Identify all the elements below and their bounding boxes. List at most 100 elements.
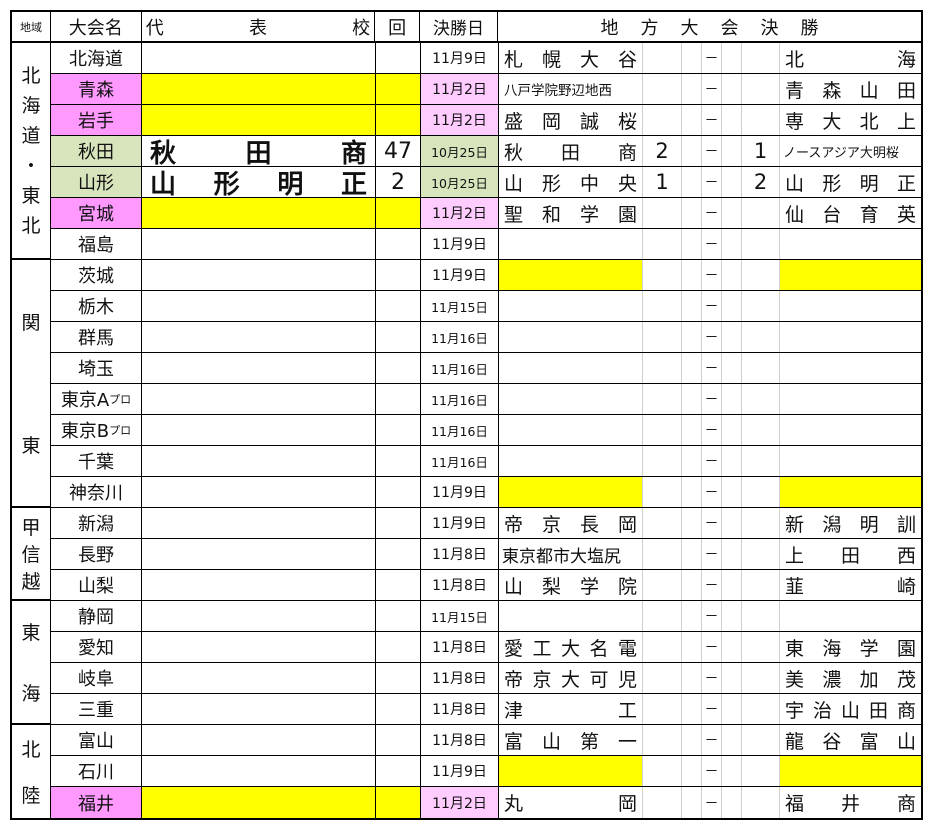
representative-school[interactable] (142, 756, 376, 786)
appearance-count[interactable] (376, 43, 421, 73)
appearance-count[interactable] (376, 570, 421, 600)
final-winner[interactable]: 札幌大谷 (499, 43, 643, 73)
final-winner[interactable] (499, 291, 643, 321)
appearance-count[interactable] (376, 725, 421, 755)
appearance-count[interactable] (376, 601, 421, 631)
representative-school[interactable] (142, 43, 376, 73)
final-winner[interactable]: 帝京長岡 (499, 508, 643, 538)
final-winner[interactable] (499, 477, 643, 507)
final-winner[interactable] (499, 756, 643, 786)
final-runner-up[interactable]: 龍谷富山 (780, 725, 921, 755)
final-runner-up[interactable] (780, 353, 921, 383)
final-runner-up[interactable]: 東海学園 (780, 632, 921, 662)
appearance-count[interactable] (376, 694, 421, 724)
appearance-count[interactable]: 47 (376, 136, 421, 166)
appearance-count[interactable] (376, 291, 421, 321)
representative-school[interactable] (142, 632, 376, 662)
representative-school[interactable] (142, 570, 376, 600)
representative-school[interactable] (142, 446, 376, 476)
representative-school[interactable] (142, 663, 376, 693)
representative-school[interactable] (142, 105, 376, 135)
representative-school[interactable] (142, 74, 376, 104)
final-runner-up[interactable]: ノースアジア大明桜 (780, 136, 921, 166)
final-winner[interactable] (499, 415, 643, 445)
appearance-count[interactable] (376, 229, 421, 259)
representative-school[interactable] (142, 787, 376, 818)
appearance-count[interactable] (376, 756, 421, 786)
representative-school[interactable]: 山形明正 (142, 167, 376, 197)
representative-school[interactable] (142, 694, 376, 724)
representative-school[interactable]: 秋田商 (142, 136, 376, 166)
final-winner[interactable] (499, 601, 643, 631)
appearance-count[interactable] (376, 539, 421, 569)
final-runner-up[interactable] (780, 415, 921, 445)
representative-school[interactable] (142, 477, 376, 507)
appearance-count[interactable] (376, 74, 421, 104)
final-runner-up[interactable]: 韮崎 (780, 570, 921, 600)
final-runner-up[interactable]: 新潟明訓 (780, 508, 921, 538)
appearance-count[interactable] (376, 663, 421, 693)
final-runner-up[interactable]: 青森山田 (780, 74, 921, 104)
representative-school[interactable] (142, 384, 376, 414)
final-runner-up[interactable]: 山形明正 (780, 167, 921, 197)
final-runner-up[interactable]: 仙台育英 (780, 198, 921, 228)
representative-school[interactable] (142, 539, 376, 569)
appearance-count[interactable] (376, 322, 421, 352)
representative-school[interactable] (142, 229, 376, 259)
final-winner[interactable]: 丸岡 (499, 787, 643, 818)
representative-school[interactable] (142, 725, 376, 755)
appearance-count[interactable] (376, 353, 421, 383)
appearance-count[interactable] (376, 260, 421, 290)
final-runner-up[interactable] (780, 601, 921, 631)
representative-school[interactable] (142, 260, 376, 290)
final-runner-up[interactable]: 宇治山田商 (780, 694, 921, 724)
appearance-count[interactable] (376, 446, 421, 476)
final-winner[interactable]: 帝京大可児 (499, 663, 643, 693)
final-winner[interactable]: 東京都市大塩尻 (499, 539, 643, 569)
final-runner-up[interactable] (780, 291, 921, 321)
final-runner-up[interactable]: 北海 (780, 43, 921, 73)
appearance-count[interactable] (376, 105, 421, 135)
appearance-count[interactable] (376, 787, 421, 818)
representative-school[interactable] (142, 508, 376, 538)
appearance-count[interactable] (376, 384, 421, 414)
appearance-count[interactable] (376, 477, 421, 507)
final-runner-up[interactable]: 専大北上 (780, 105, 921, 135)
appearance-count[interactable] (376, 508, 421, 538)
final-winner[interactable] (499, 446, 643, 476)
final-winner[interactable] (499, 260, 643, 290)
final-winner[interactable]: 津工 (499, 694, 643, 724)
final-winner[interactable]: 愛工大名電 (499, 632, 643, 662)
final-winner[interactable]: 盛岡誠桜 (499, 105, 643, 135)
representative-school[interactable] (142, 322, 376, 352)
representative-school[interactable] (142, 198, 376, 228)
final-runner-up[interactable] (780, 384, 921, 414)
representative-school[interactable] (142, 601, 376, 631)
final-runner-up[interactable] (780, 322, 921, 352)
final-winner[interactable]: 八戸学院野辺地西 (499, 74, 643, 104)
final-runner-up[interactable] (780, 229, 921, 259)
representative-school[interactable] (142, 291, 376, 321)
final-runner-up[interactable]: 美濃加茂 (780, 663, 921, 693)
final-winner[interactable] (499, 384, 643, 414)
final-winner[interactable]: 秋田商 (499, 136, 643, 166)
appearance-count[interactable] (376, 415, 421, 445)
final-runner-up[interactable]: 上田西 (780, 539, 921, 569)
final-winner[interactable]: 山梨学院 (499, 570, 643, 600)
final-winner[interactable] (499, 353, 643, 383)
final-winner[interactable]: 富山第一 (499, 725, 643, 755)
final-runner-up[interactable] (780, 756, 921, 786)
final-runner-up[interactable] (780, 477, 921, 507)
final-runner-up[interactable]: 福井商 (780, 787, 921, 818)
final-winner[interactable] (499, 322, 643, 352)
appearance-count[interactable] (376, 198, 421, 228)
representative-school[interactable] (142, 415, 376, 445)
appearance-count[interactable]: 2 (376, 167, 421, 197)
final-winner[interactable]: 聖和学園 (499, 198, 643, 228)
final-runner-up[interactable] (780, 446, 921, 476)
final-winner[interactable] (499, 229, 643, 259)
final-runner-up[interactable] (780, 260, 921, 290)
representative-school[interactable] (142, 353, 376, 383)
final-winner[interactable]: 山形中央 (499, 167, 643, 197)
appearance-count[interactable] (376, 632, 421, 662)
